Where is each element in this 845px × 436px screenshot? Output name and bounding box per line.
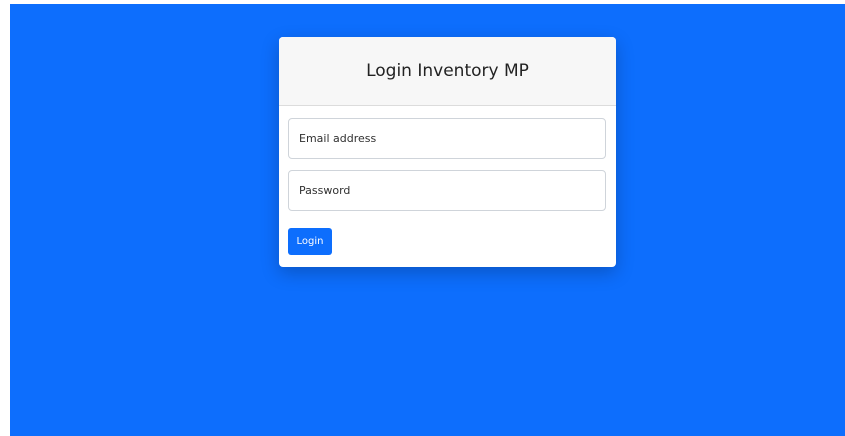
password-field[interactable] (288, 170, 606, 211)
login-card: Login Inventory MP Login (279, 37, 616, 267)
login-button[interactable]: Login (288, 228, 332, 255)
login-card-header: Login Inventory MP (279, 37, 616, 106)
login-form: Login (279, 106, 616, 255)
page-background: Login Inventory MP Login (10, 4, 845, 436)
email-field[interactable] (288, 118, 606, 159)
login-title: Login Inventory MP (366, 61, 529, 81)
